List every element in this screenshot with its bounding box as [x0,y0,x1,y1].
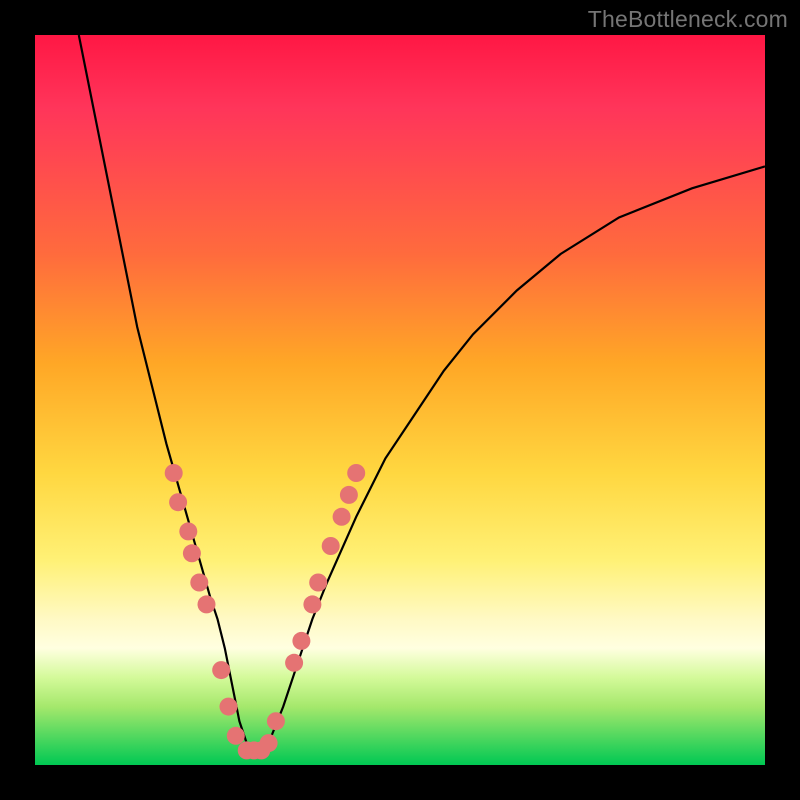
curve-marker [179,522,197,540]
curve-marker [169,493,187,511]
curve-marker [333,508,351,526]
curve-marker [212,661,230,679]
curve-marker [292,632,310,650]
curve-marker [227,727,245,745]
bottleneck-curve-line [79,35,765,750]
curve-marker [309,574,327,592]
curve-marker [322,537,340,555]
curve-marker [183,544,201,562]
curve-marker [260,734,278,752]
bottleneck-chart [35,35,765,765]
curve-marker [340,486,358,504]
curve-marker [190,574,208,592]
chart-plot-area [35,35,765,765]
watermark-text: TheBottleneck.com [588,6,788,33]
marker-group [165,464,366,759]
curve-marker [347,464,365,482]
curve-marker [220,698,238,716]
curve-marker [303,595,321,613]
curve-marker [198,595,216,613]
curve-marker [285,654,303,672]
curve-marker [267,712,285,730]
curve-marker [165,464,183,482]
